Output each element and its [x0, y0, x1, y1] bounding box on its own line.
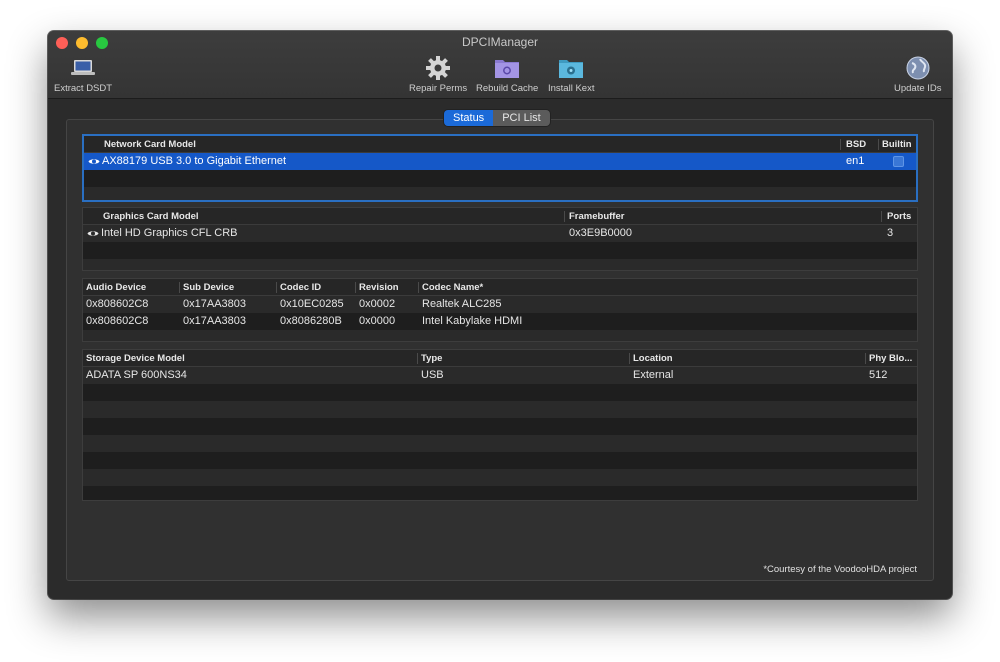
rebuild-cache-button[interactable]: Rebuild Cache	[476, 55, 538, 94]
sub-device-cell: 0x17AA3803	[183, 298, 246, 310]
graphics-model-cell: Intel HD Graphics CFL CRB	[101, 227, 238, 239]
col-framebuffer[interactable]: Framebuffer	[569, 211, 624, 222]
audio-table-header: Audio Device Sub Device Codec ID Revisio…	[83, 279, 917, 296]
eye-icon[interactable]	[88, 157, 100, 166]
network-model-cell: AX88179 USB 3.0 to Gigabit Ethernet	[102, 155, 287, 167]
col-codec-name[interactable]: Codec Name*	[422, 282, 483, 293]
col-type[interactable]: Type	[421, 353, 442, 364]
update-ids-label: Update IDs	[894, 83, 942, 94]
col-codec-id[interactable]: Codec ID	[280, 282, 321, 293]
laptop-icon	[70, 55, 96, 81]
codec-id-cell: 0x10EC0285	[280, 298, 344, 310]
install-kext-label: Install Kext	[548, 83, 595, 94]
col-graphics-card-model[interactable]: Graphics Card Model	[103, 211, 199, 222]
toolbar: DPCIManager Extract DSDT Repair Perms Re…	[48, 31, 952, 99]
tab-status[interactable]: Status	[444, 110, 494, 126]
update-ids-button[interactable]: Update IDs	[894, 55, 942, 94]
table-row[interactable]: ADATA SP 600NS34 USB External 512	[83, 367, 917, 384]
tab-switcher: Status PCI List	[444, 110, 550, 126]
graphics-table-header: Graphics Card Model Framebuffer Ports	[83, 208, 917, 225]
ports-cell: 3	[887, 227, 894, 239]
table-row[interactable]: 0x808602C8 0x17AA3803 0x10EC0285 0x0002 …	[83, 296, 917, 313]
col-network-card-model[interactable]: Network Card Model	[104, 139, 196, 150]
storage-phy-block-cell: 512	[869, 369, 888, 381]
revision-cell: 0x0002	[359, 298, 396, 310]
gear-icon	[425, 55, 451, 81]
globe-icon	[905, 55, 931, 81]
install-kext-button[interactable]: Install Kext	[548, 55, 594, 94]
table-row[interactable]: AX88179 USB 3.0 to Gigabit Ethernet en1	[84, 153, 916, 170]
codec-id-cell: 0x8086280B	[280, 315, 342, 327]
codec-name-cell: Intel Kabylake HDMI	[422, 315, 523, 327]
storage-model-cell: ADATA SP 600NS34	[86, 369, 187, 381]
folder-gear-icon	[494, 55, 520, 81]
col-ports[interactable]: Ports	[887, 211, 911, 222]
col-storage-device-model[interactable]: Storage Device Model	[86, 353, 185, 364]
audio-device-cell: 0x808602C8	[86, 315, 149, 327]
col-sub-device[interactable]: Sub Device	[183, 282, 234, 293]
sub-device-cell: 0x17AA3803	[183, 315, 246, 327]
col-revision[interactable]: Revision	[359, 282, 399, 293]
graphics-card-table[interactable]: Graphics Card Model Framebuffer Ports In…	[82, 207, 918, 271]
storage-device-table[interactable]: Storage Device Model Type Location Phy B…	[82, 349, 918, 501]
builtin-checkbox[interactable]	[893, 156, 904, 167]
courtesy-note: *Courtesy of the VoodooHDA project	[763, 564, 917, 575]
extract-dsdt-label: Extract DSDT	[54, 83, 113, 94]
eye-icon[interactable]	[87, 229, 99, 238]
codec-name-cell: Realtek ALC285	[422, 298, 502, 310]
network-table-header: Network Card Model BSD Builtin	[84, 136, 916, 153]
audio-device-table[interactable]: Audio Device Sub Device Codec ID Revisio…	[82, 278, 918, 342]
repair-perms-label: Repair Perms	[409, 83, 468, 94]
framebuffer-cell: 0x3E9B0000	[569, 227, 632, 239]
repair-perms-button[interactable]: Repair Perms	[409, 55, 467, 94]
col-builtin[interactable]: Builtin	[882, 139, 912, 150]
revision-cell: 0x0000	[359, 315, 396, 327]
storage-table-header: Storage Device Model Type Location Phy B…	[83, 350, 917, 367]
app-window: DPCIManager Extract DSDT Repair Perms Re…	[48, 31, 952, 599]
col-location[interactable]: Location	[633, 353, 673, 364]
col-audio-device[interactable]: Audio Device	[86, 282, 146, 293]
col-phy-block[interactable]: Phy Blo...	[869, 353, 912, 364]
folder-kext-icon	[558, 55, 584, 81]
network-bsd-cell: en1	[846, 155, 865, 167]
network-card-table[interactable]: Network Card Model BSD Builtin AX88179 U…	[82, 134, 918, 202]
window-title: DPCIManager	[461, 35, 539, 49]
rebuild-cache-label: Rebuild Cache	[476, 83, 539, 94]
table-row[interactable]: 0x808602C8 0x17AA3803 0x8086280B 0x0000 …	[83, 313, 917, 330]
col-bsd[interactable]: BSD	[846, 139, 866, 150]
audio-device-cell: 0x808602C8	[86, 298, 149, 310]
storage-type-cell: USB	[421, 369, 444, 381]
storage-location-cell: External	[633, 369, 674, 381]
tab-pci-list[interactable]: PCI List	[493, 110, 550, 126]
table-row[interactable]: Intel HD Graphics CFL CRB 0x3E9B0000 3	[83, 225, 917, 242]
extract-dsdt-button[interactable]: Extract DSDT	[54, 55, 112, 94]
